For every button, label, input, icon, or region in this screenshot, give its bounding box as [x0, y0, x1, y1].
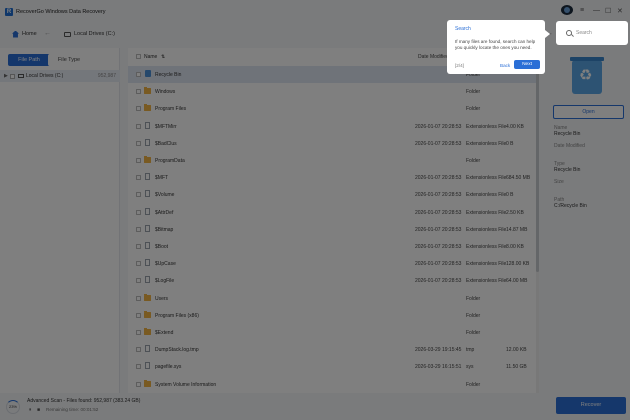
- tooltip-next-button[interactable]: Next: [514, 60, 540, 69]
- tooltip-step: [2/4]: [455, 63, 464, 68]
- tooltip-body: If many files are found, search can help…: [455, 39, 536, 50]
- search-input[interactable]: Search: [560, 24, 625, 42]
- tooltip-back-button[interactable]: Back: [500, 63, 510, 68]
- search-icon: [566, 30, 572, 36]
- search-placeholder: Search: [576, 30, 592, 36]
- tooltip-title: Search: [455, 26, 471, 32]
